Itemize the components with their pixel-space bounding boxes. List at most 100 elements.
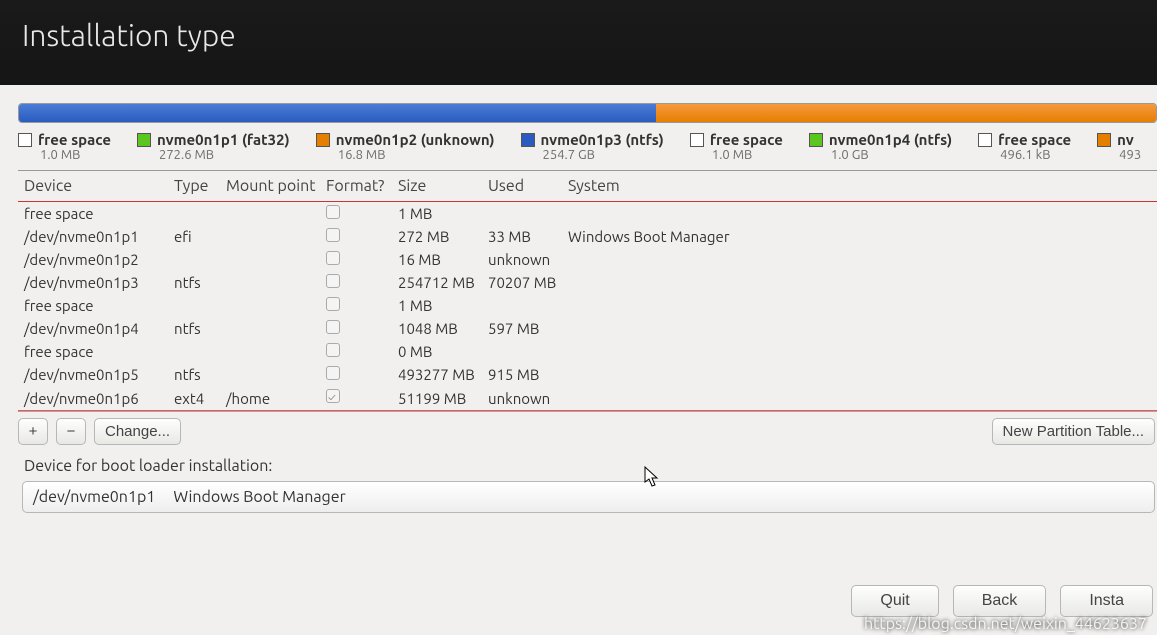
legend-item[interactable]: free space1.0 MB [18,131,111,162]
legend-item[interactable]: nvme0n1p4 (ntfs)1.0 GB [809,131,952,162]
legend-label: nvme0n1p1 (fat32) [157,131,290,148]
col-size[interactable]: Size [398,177,488,195]
legend-label: free space [710,131,783,148]
table-row[interactable]: /dev/nvme0n1p3ntfs254712 MB70207 MB [18,271,1157,294]
cell-format[interactable] [326,343,398,360]
page-title-text: Installation type [22,18,236,52]
bootloader-label: Device for boot loader installation: [18,451,1157,481]
back-button[interactable]: Back [953,585,1047,617]
cell-used: 70207 MB [488,274,568,291]
legend-label: nvme0n1p4 (ntfs) [829,131,952,148]
legend-label: nvme0n1p2 (unknown) [336,131,495,148]
format-checkbox[interactable] [326,389,340,403]
cell-size: 493277 MB [398,366,488,383]
cell-mount: /home [226,390,326,407]
legend-swatch [316,133,330,147]
cell-device: /dev/nvme0n1p2 [24,251,174,268]
format-checkbox[interactable] [326,228,340,242]
partition-legend: free space1.0 MBnvme0n1p1 (fat32)272.6 M… [18,131,1157,170]
legend-size: 272.6 MB [137,148,214,162]
col-system[interactable]: System [568,177,1151,195]
cell-used: 915 MB [488,366,568,383]
usage-seg-nvme0n1p5 [656,104,1156,122]
cell-device: /dev/nvme0n1p5 [24,366,174,383]
cell-system: Windows Boot Manager [568,228,1151,245]
format-checkbox[interactable] [326,343,340,357]
col-format[interactable]: Format? [326,177,398,195]
table-row[interactable]: free space0 MB [18,340,1157,363]
format-checkbox[interactable] [326,205,340,219]
legend-item[interactable]: nvme0n1p3 (ntfs)254.7 GB [521,131,664,162]
new-partition-table-button[interactable]: New Partition Table... [992,418,1155,445]
legend-item[interactable]: free space1.0 MB [690,131,783,162]
format-checkbox[interactable] [326,366,340,380]
legend-size: 1.0 MB [18,148,80,162]
cell-type: ntfs [174,366,226,383]
table-row[interactable]: free space 1 MB [18,294,1157,317]
legend-item[interactable]: free space496.1 kB [978,131,1071,162]
partition-toolbar: + − Change... New Partition Table... [18,412,1157,451]
legend-label: nvme0n1p3 (ntfs) [541,131,664,148]
table-row[interactable]: /dev/nvme0n1p2 16 MBunknown [18,248,1157,271]
cell-size: 254712 MB [398,274,488,291]
col-device[interactable]: Device [24,177,174,195]
col-used[interactable]: Used [488,177,568,195]
table-row[interactable]: /dev/nvme0n1p1efi 272 MB33 MBWindows Boot… [18,225,1157,248]
format-checkbox[interactable] [326,274,340,288]
cell-size: 51199 MB [398,390,488,407]
cell-device: free space [24,297,174,314]
cell-device: /dev/nvme0n1p6 [24,390,174,407]
legend-swatch [978,133,992,147]
cell-format[interactable] [326,366,398,383]
format-checkbox[interactable] [326,297,340,311]
cell-type: ext4 [174,390,226,407]
cell-device: free space [24,205,174,222]
quit-button[interactable]: Quit [851,585,938,617]
format-checkbox[interactable] [326,320,340,334]
wizard-footer: Quit Back Insta [851,585,1153,617]
add-partition-button[interactable]: + [18,418,48,445]
col-mount[interactable]: Mount point [226,177,326,195]
install-button[interactable]: Insta [1060,585,1153,617]
cell-device: free space [24,343,174,360]
table-row[interactable]: /dev/nvme0n1p4ntfs1048 MB597 MB [18,317,1157,340]
cell-format[interactable] [326,297,398,314]
legend-size: 16.8 MB [316,148,386,162]
partition-table[interactable]: Device Type Mount point Format? Size Use… [18,170,1157,412]
cell-type: ntfs [174,320,226,337]
cell-format[interactable] [326,389,398,407]
cell-format[interactable] [326,205,398,222]
cell-format[interactable] [326,320,398,337]
legend-item[interactable]: nvme0n1p1 (fat32)272.6 MB [137,131,290,162]
cell-size: 272 MB [398,228,488,245]
cell-type: ntfs [174,274,226,291]
usage-seg-nvme0n1p3 [19,104,656,122]
cell-size: 1 MB [398,205,488,222]
table-row[interactable]: free space 1 MB [18,202,1157,225]
cell-size: 16 MB [398,251,488,268]
table-row[interactable]: /dev/nvme0n1p6ext4/home51199 MBunknown [18,386,1157,411]
cell-format[interactable] [326,251,398,268]
legend-label: nv [1117,131,1134,148]
col-type[interactable]: Type [174,177,226,195]
format-checkbox[interactable] [326,251,340,265]
cell-format[interactable] [326,274,398,291]
cell-size: 1 MB [398,297,488,314]
cell-device: /dev/nvme0n1p1 [24,228,174,245]
legend-item[interactable]: nvme0n1p2 (unknown)16.8 MB [316,131,495,162]
remove-partition-button[interactable]: − [56,418,86,445]
bootloader-device-combo[interactable]: /dev/nvme0n1p1 Windows Boot Manager [22,481,1155,513]
cell-type: efi [174,228,226,245]
table-row[interactable]: /dev/nvme0n1p5ntfs 493277 MB915 MB [18,363,1157,386]
bootloader-device-desc: Windows Boot Manager [173,488,345,506]
cell-format[interactable] [326,228,398,245]
legend-swatch [137,133,151,147]
cell-used: unknown [488,251,568,268]
cell-used: 33 MB [488,228,568,245]
cell-used: 597 MB [488,320,568,337]
legend-item[interactable]: nv493 [1097,131,1141,162]
legend-swatch [809,133,823,147]
change-partition-button[interactable]: Change... [94,418,181,445]
legend-label: free space [998,131,1071,148]
legend-swatch [690,133,704,147]
